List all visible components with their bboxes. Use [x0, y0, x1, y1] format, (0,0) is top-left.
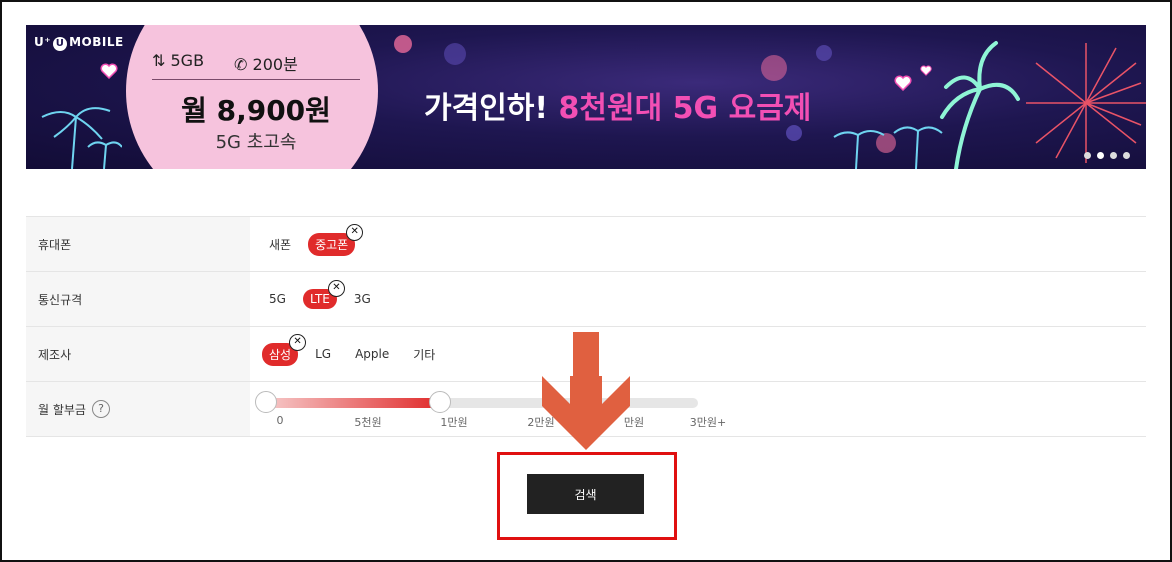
filter-label: 휴대폰 [26, 217, 250, 271]
carousel-dot[interactable] [1084, 152, 1091, 159]
slider-max-handle[interactable] [429, 391, 451, 413]
plan-price: 월 8,900원 [181, 94, 331, 127]
tick-label: 5천원 [354, 416, 382, 429]
down-arrow-annotation [542, 332, 630, 450]
fireworks-decoration [1026, 43, 1146, 163]
heart-icon [100, 63, 118, 79]
bokeh-decoration [761, 55, 787, 81]
filter-row-phone: 휴대폰 새폰 중고폰 ✕ [26, 217, 1146, 272]
filter-row-network: 통신규격 5G LTE ✕ 3G [26, 272, 1146, 327]
discount-slider[interactable] [255, 391, 698, 413]
option-other[interactable]: 기타 [406, 343, 442, 366]
clear-icon[interactable]: ✕ [346, 223, 364, 241]
heart-icon [920, 65, 932, 76]
carousel-dot[interactable] [1110, 152, 1117, 159]
umobile-logo: U⁺ U MOBILE [34, 35, 124, 51]
option-apple[interactable]: Apple [348, 344, 396, 364]
bokeh-decoration [786, 125, 802, 141]
divider [152, 79, 360, 80]
carousel-dot[interactable] [1123, 152, 1130, 159]
option-samsung[interactable]: 삼성 ✕ [262, 333, 307, 366]
filter-options: 삼성 ✕ LG Apple 기타 [262, 327, 442, 381]
slider-range-fill [266, 398, 440, 408]
promo-banner[interactable]: U⁺ U MOBILE ⇅ 5GB ✆ 200분 월 8,900원 5G 초고속 가… [26, 25, 1146, 169]
slider-ticks: 0 5천원 1만원 2만원 만원 3만원+ [266, 414, 727, 430]
filter-label: 통신규격 [26, 272, 250, 326]
plan-speed: 5G 초고속 [215, 132, 297, 153]
help-icon[interactable]: ? [91, 400, 110, 418]
banner-headline: 가격인하! 8천원대 5G 요금제 [424, 91, 812, 126]
search-button[interactable]: 검색 [527, 474, 644, 514]
bokeh-decoration [444, 43, 466, 65]
call-amount: ✆ 200분 [234, 55, 298, 74]
filter-options: 새폰 중고폰 ✕ [262, 217, 364, 271]
slider-min-handle[interactable] [255, 391, 277, 413]
filter-options: 5G LTE ✕ 3G [262, 272, 378, 326]
option-new-phone[interactable]: 새폰 [262, 233, 298, 256]
bokeh-decoration [816, 45, 832, 61]
option-lte[interactable]: LTE ✕ [302, 280, 345, 309]
clear-icon[interactable]: ✕ [327, 280, 345, 297]
option-5g[interactable]: 5G [262, 289, 293, 309]
tick-label: 1만원 [440, 416, 468, 429]
heart-icon [894, 75, 912, 91]
palm-tree-icon [833, 126, 943, 169]
carousel-dots[interactable] [1084, 152, 1130, 159]
option-used-phone[interactable]: 중고폰 ✕ [308, 223, 364, 256]
option-lg[interactable]: LG [308, 344, 338, 364]
plan-allowance: ⇅ 5GB ✆ 200분 [152, 51, 352, 75]
palm-tree-icon [41, 107, 122, 169]
tick-label: 3만원+ [689, 416, 727, 429]
data-amount: ⇅ 5GB [152, 51, 205, 70]
option-3g[interactable]: 3G [347, 289, 378, 309]
bokeh-decoration [394, 35, 412, 53]
carousel-dot[interactable] [1097, 152, 1104, 159]
filter-label: 제조사 [26, 327, 250, 381]
tick-label: 0 [276, 414, 284, 427]
filter-label: 월 할부금? [26, 382, 250, 436]
clear-icon[interactable]: ✕ [289, 333, 307, 351]
